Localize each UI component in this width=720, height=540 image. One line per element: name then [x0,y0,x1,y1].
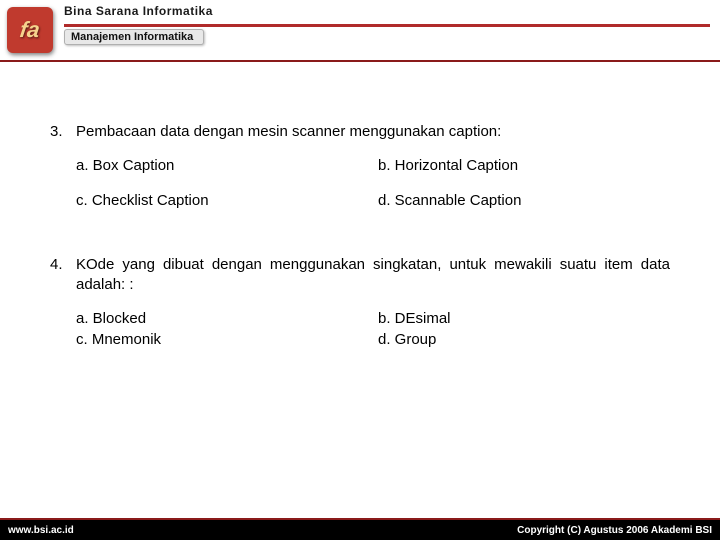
option-c: c. Mnemonik [76,330,368,350]
option-d: d. Group [378,330,670,350]
question-number: 3. [50,122,76,142]
org-title: Bina Sarana Informatika [64,4,710,18]
option-b: b. Horizontal Caption [378,156,670,176]
header: fa Bina Sarana Informatika Manajemen Inf… [0,0,720,62]
option-a: a. Box Caption [76,156,368,176]
footer: www.bsi.ac.id Copyright (C) Agustus 2006… [0,518,720,540]
content-body: 3. Pembacaan data dengan mesin scanner m… [0,62,720,350]
question-text: KOde yang dibuat dengan menggunakan sing… [76,255,670,296]
option-a: a. Blocked [76,309,368,329]
logo: fa [0,2,60,58]
question-block: 3. Pembacaan data dengan mesin scanner m… [50,122,670,211]
question-number: 4. [50,255,76,275]
option-d: d. Scannable Caption [378,191,670,211]
option-b: b. DEsimal [378,309,670,329]
option-c: c. Checklist Caption [76,191,368,211]
question-block: 4. KOde yang dibuat dengan menggunakan s… [50,255,670,350]
question-text: Pembacaan data dengan mesin scanner meng… [76,122,670,142]
footer-site: www.bsi.ac.id [8,525,74,536]
program-name: Manajemen Informatika [64,29,204,45]
logo-text: fa [18,17,41,43]
footer-copyright: Copyright (C) Agustus 2006 Akademi BSI [517,525,712,536]
